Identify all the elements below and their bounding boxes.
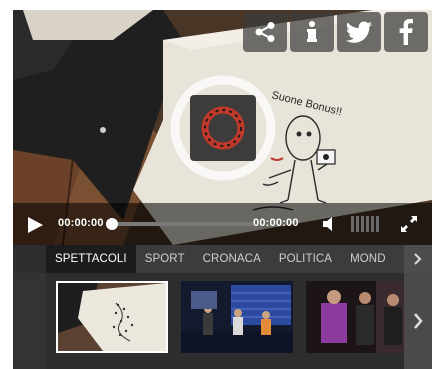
volume-bar <box>376 216 379 232</box>
volume-bar <box>356 216 359 232</box>
player-controls: 00:00:00 00:00:00 <box>13 203 432 245</box>
twitter-button[interactable] <box>337 12 381 52</box>
category-bar-spacer <box>13 245 46 273</box>
facebook-icon <box>399 19 413 45</box>
share-toolbar <box>243 12 428 52</box>
category-tabs: SPETTACOLI SPORT CRONACA POLITICA MOND <box>46 245 404 273</box>
volume-icon[interactable] <box>321 215 339 233</box>
fullscreen-icon[interactable] <box>399 214 419 234</box>
thumbnail-image <box>306 281 418 353</box>
current-time: 00:00:00 <box>58 217 104 229</box>
share-icon <box>255 22 275 42</box>
tab-spettacoli[interactable]: SPETTACOLI <box>46 245 136 273</box>
thumbnail-next-button[interactable] <box>404 273 432 369</box>
tab-politica[interactable]: POLITICA <box>270 245 341 273</box>
seek-bar[interactable] <box>106 218 253 230</box>
volume-bar <box>371 216 374 232</box>
thumbnail-image <box>58 283 166 351</box>
seek-handle[interactable] <box>106 218 118 230</box>
info-button[interactable] <box>290 12 334 52</box>
play-icon[interactable] <box>25 215 45 235</box>
tab-cronaca[interactable]: CRONACA <box>194 245 270 273</box>
chevron-right-icon <box>414 313 423 329</box>
volume-bar <box>361 216 364 232</box>
tab-sport[interactable]: SPORT <box>136 245 194 273</box>
category-bar: SPETTACOLI SPORT CRONACA POLITICA MOND <box>13 245 432 273</box>
video-player[interactable]: Suone Bonus!! 00:00:00 00:00:00 <box>13 10 432 245</box>
info-icon <box>307 21 317 42</box>
thumb-tv-studio[interactable] <box>181 281 293 353</box>
tab-mondo[interactable]: MOND <box>341 245 395 273</box>
loading-spinner <box>170 75 276 181</box>
volume-bar <box>351 216 354 232</box>
thumb-sketch[interactable] <box>56 281 168 353</box>
chevron-right-icon <box>414 253 422 265</box>
thumbnail-spacer <box>13 273 46 369</box>
duration-time: 00:00:00 <box>253 217 299 229</box>
thumb-interview[interactable] <box>306 281 418 353</box>
thumbnail-image <box>181 281 293 353</box>
twitter-icon <box>345 21 372 43</box>
thumbnail-carousel <box>13 273 432 369</box>
volume-bar <box>366 216 369 232</box>
category-next-button[interactable] <box>404 245 432 273</box>
volume-slider[interactable] <box>351 216 379 232</box>
share-button[interactable] <box>243 12 287 52</box>
facebook-button[interactable] <box>384 12 428 52</box>
